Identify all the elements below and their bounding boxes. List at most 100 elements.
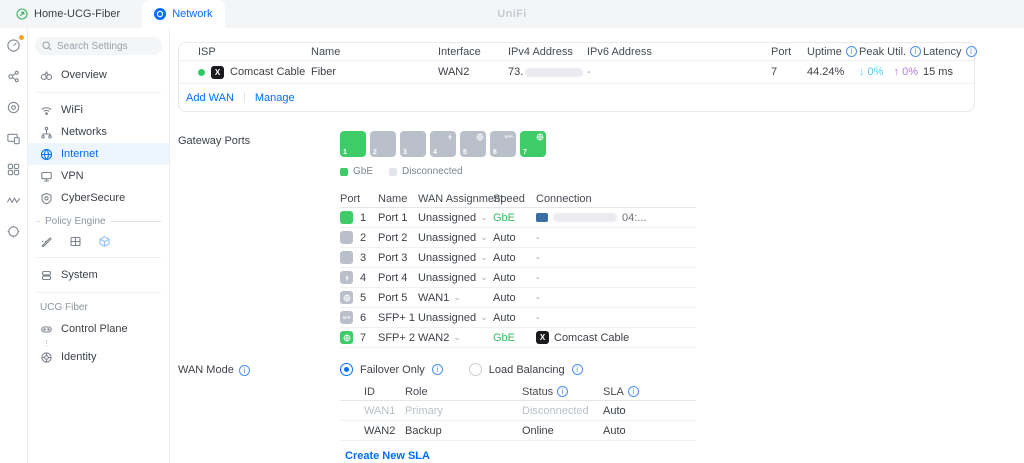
topology-icon[interactable] <box>6 68 22 84</box>
comcast-logo-icon: X <box>536 331 549 344</box>
info-icon[interactable]: i <box>846 46 857 57</box>
control-plane-icon <box>40 323 53 336</box>
wan-globe-icon <box>343 334 351 342</box>
isp-uptime: 44.24% <box>807 66 859 78</box>
port-row-2: 2 Port 2 Unassigned⌄ Auto - <box>340 228 696 248</box>
policy-table-icon[interactable] <box>69 235 82 248</box>
port-row-6: SFP6 SFP+ 1 Unassigned⌄ Auto - <box>340 308 696 328</box>
sidebar-item-identity[interactable]: Identity <box>28 346 169 368</box>
devices-icon[interactable] <box>6 130 22 146</box>
sidebar-item-internet[interactable]: Internet <box>28 143 169 165</box>
notification-dot <box>19 35 24 40</box>
wan1-status: Disconnected <box>522 405 603 417</box>
sidebar-item-wifi[interactable]: WiFi <box>28 99 169 121</box>
network-app-icon <box>154 8 166 20</box>
gateway-ports-row: Gateway Ports 1 2 3 4 5 SFP <box>178 131 1024 348</box>
wan-assignment-dropdown[interactable]: Unassigned⌄ <box>418 272 493 284</box>
sidebar-item-vpn[interactable]: VPN <box>28 165 169 187</box>
chevron-down-icon: ⌄ <box>453 333 461 342</box>
sidebar-item-system[interactable]: System <box>28 264 169 286</box>
wan-assignment-dropdown[interactable]: Unassigned⌄ <box>418 312 493 324</box>
sidebar-item-cybersecure[interactable]: CyberSecure <box>28 187 169 209</box>
gateway-port-6[interactable]: SFP 6 <box>490 131 516 157</box>
failover-only-radio[interactable] <box>340 363 353 376</box>
isp-table-row[interactable]: X Comcast Cable Fiber WAN2 73. - 7 44.24… <box>179 61 974 84</box>
wan-globe-icon <box>343 294 351 302</box>
sidebar-item-control-plane[interactable]: Control Plane <box>28 318 169 340</box>
peak-upload: ↑ 0% <box>894 66 918 78</box>
clients-icon[interactable] <box>6 161 22 177</box>
poe-bolt-icon <box>446 133 454 141</box>
search-input[interactable] <box>57 41 149 52</box>
console-icon <box>16 8 28 20</box>
wan1-sla: Auto <box>603 405 696 417</box>
load-balancing-radio[interactable] <box>469 363 482 376</box>
sidebar-item-label: WiFi <box>61 104 83 116</box>
isp-provider: Comcast Cable <box>230 66 305 78</box>
sidebar-item-label: Identity <box>61 351 96 363</box>
manage-button[interactable]: Manage <box>255 92 295 104</box>
policy-edit-icon[interactable] <box>40 235 53 248</box>
info-icon[interactable]: i <box>628 386 639 397</box>
wan-assignment-dropdown[interactable]: Unassigned⌄ <box>418 232 493 244</box>
search-settings[interactable] <box>35 37 162 55</box>
top-bar: UniFi Home-UCG-Fiber Network <box>0 0 1024 28</box>
sfp-label-icon: SFP <box>343 315 351 320</box>
wan2-sla: Auto <box>603 425 696 437</box>
sfp-label-icon: SFP <box>505 134 513 139</box>
overview-icon <box>40 69 53 82</box>
gateway-port-7[interactable]: 7 <box>520 131 546 157</box>
app-rail <box>0 28 28 463</box>
gateway-port-2[interactable]: 2 <box>370 131 396 157</box>
wan-assignment-dropdown[interactable]: WAN1⌄ <box>418 292 493 304</box>
wan-assignment-dropdown[interactable]: WAN2⌄ <box>418 332 493 344</box>
identity-icon <box>40 351 53 364</box>
isp-port: 7 <box>771 66 807 78</box>
settings-gear-icon[interactable] <box>6 223 22 239</box>
gateway-port-5[interactable]: 5 <box>460 131 486 157</box>
gateway-port-4[interactable]: 4 <box>430 131 456 157</box>
info-icon[interactable]: i <box>572 364 583 375</box>
chevron-down-icon: ⌄ <box>480 273 488 282</box>
wan-assignment-dropdown[interactable]: Unassigned⌄ <box>418 212 493 224</box>
comcast-logo-icon: X <box>211 66 224 79</box>
info-icon[interactable]: i <box>557 386 568 397</box>
chevron-down-icon: ⌄ <box>480 233 488 242</box>
port-chip-poe <box>340 271 353 284</box>
gateway-port-3[interactable]: 3 <box>400 131 426 157</box>
info-icon[interactable]: i <box>432 364 443 375</box>
info-icon[interactable]: i <box>966 46 977 57</box>
wan-priority-table: ID Role Statusi SLAi WAN1 Primary Discon… <box>340 383 696 441</box>
dashboard-icon[interactable] <box>6 37 22 53</box>
port-row-4: 4 Port 4 Unassigned⌄ Auto - <box>340 268 696 288</box>
ucg-fiber-section-label: UCG Fiber <box>40 302 161 313</box>
sidebar-item-networks[interactable]: Networks <box>28 121 169 143</box>
policy-cube-icon[interactable] <box>98 235 111 248</box>
add-wan-button[interactable]: Add WAN <box>186 92 234 104</box>
gateway-port-1[interactable]: 1 <box>340 131 366 157</box>
sidebar-item-overview[interactable]: Overview <box>28 64 169 86</box>
sidebar-item-label: Overview <box>61 69 107 81</box>
tab-network[interactable]: Network <box>142 0 224 28</box>
tab-home-ucg-fiber[interactable]: Home-UCG-Fiber <box>4 0 132 28</box>
system-icon <box>40 269 53 282</box>
peak-download: ↓ 0% <box>859 66 883 78</box>
chevron-down-icon: ⌄ <box>480 313 488 322</box>
redacted-device-name <box>553 213 617 222</box>
port-chip <box>340 251 353 264</box>
isp-card-actions: Add WAN Manage <box>179 84 974 111</box>
wan2-row: WAN2 Backup Online Auto <box>340 421 696 441</box>
info-icon[interactable]: i <box>239 365 250 376</box>
wan-assignment-dropdown[interactable]: Unassigned⌄ <box>418 252 493 264</box>
wan-online-status-dot <box>198 69 205 76</box>
insights-icon[interactable] <box>6 192 22 208</box>
isp-card: ISP Name Interface IPv4 Address IPv6 Add… <box>178 42 975 112</box>
divider <box>36 92 161 93</box>
create-new-sla-button[interactable]: Create New SLA <box>345 450 430 462</box>
wan-mode-row: WAN Mode i Failover Only i Load Balancin… <box>178 360 1024 462</box>
radios-icon[interactable] <box>6 99 22 115</box>
wan2-status: Online <box>522 425 603 437</box>
wan-globe-icon <box>476 133 484 141</box>
internet-settings-content: ISP Name Interface IPv4 Address IPv6 Add… <box>170 28 1024 463</box>
info-icon[interactable]: i <box>910 46 921 57</box>
